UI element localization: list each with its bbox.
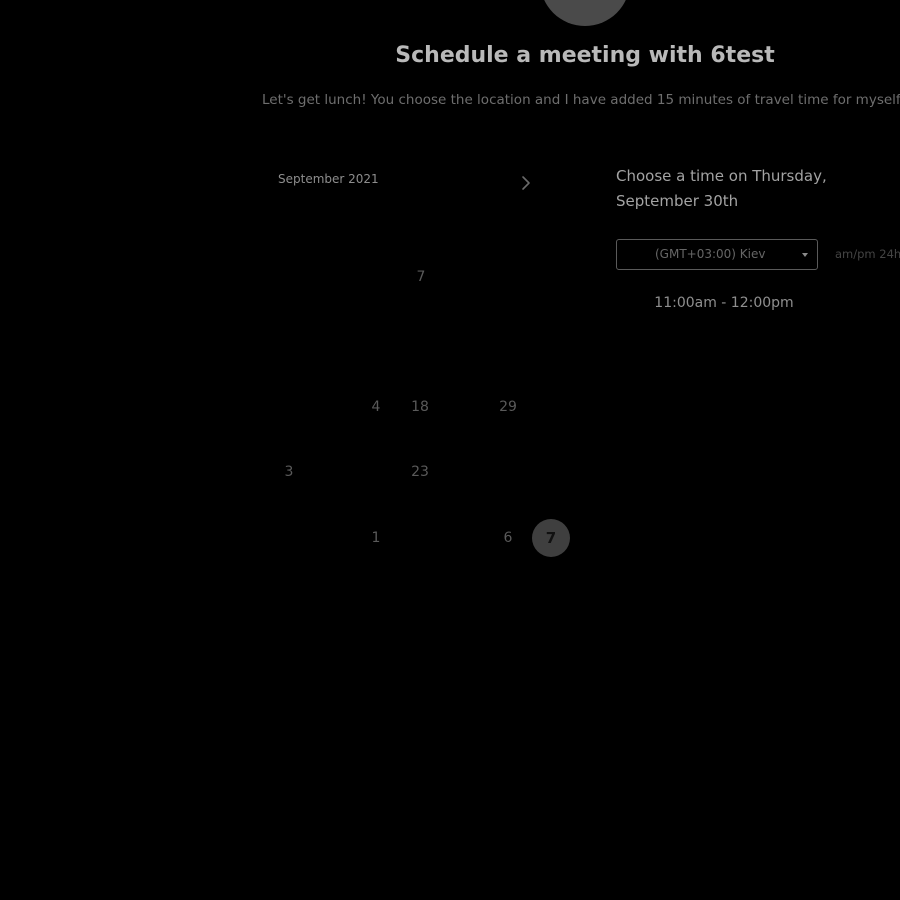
caret-down-icon — [802, 253, 808, 257]
calendar-day[interactable]: 18 — [411, 399, 429, 415]
host-avatar — [540, 0, 630, 26]
calendar-day[interactable]: 3 — [285, 464, 294, 480]
calendar-day[interactable]: 6 — [504, 530, 513, 546]
timezone-select[interactable]: (GMT+03:00) Kiev — [616, 239, 818, 270]
time-picker-heading: Choose a time on Thursday, September 30t… — [616, 167, 827, 210]
scheduling-page: Schedule a meeting with 6test Let's get … — [0, 0, 900, 900]
time-format-toggle[interactable]: am/pm 24h — [835, 247, 900, 261]
calendar-day[interactable]: 1 — [372, 530, 381, 546]
calendar-day[interactable]: 29 — [499, 399, 517, 415]
calendar-day-selected[interactable]: 7 — [532, 519, 570, 557]
timezone-value: (GMT+03:00) Kiev — [655, 247, 766, 261]
calendar-day[interactable]: 23 — [411, 464, 429, 480]
next-month-button[interactable] — [515, 172, 537, 194]
calendar-day[interactable]: 7 — [417, 269, 426, 285]
chevron-right-icon — [522, 176, 530, 190]
meeting-description: Let's get lunch! You choose the location… — [262, 92, 900, 108]
time-slot-button[interactable]: 11:00am - 12:00pm — [616, 290, 832, 316]
page-title: Schedule a meeting with 6test — [395, 43, 775, 68]
month-label: September 2021 — [278, 172, 379, 186]
calendar-day[interactable]: 4 — [372, 399, 381, 415]
